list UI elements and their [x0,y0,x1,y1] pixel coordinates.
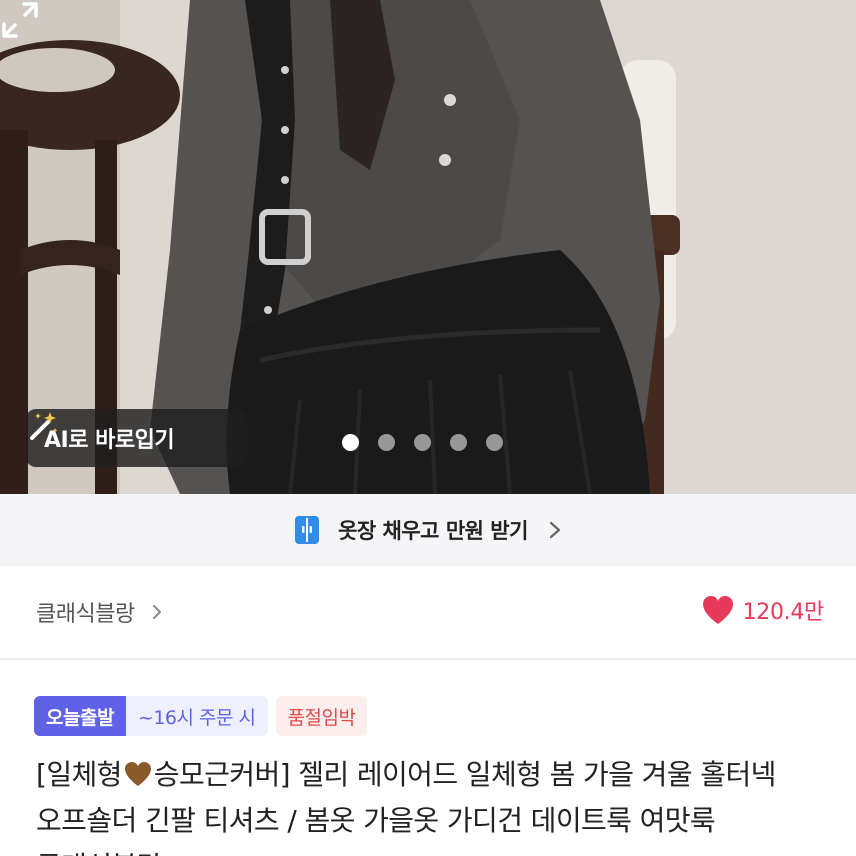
product-title-part1: [일체형 [36,758,122,791]
carousel-dot-4[interactable] [450,434,467,451]
chevron-right-icon [549,521,561,539]
carousel-indicator [342,434,503,451]
ai-try-on-label: AI로 바로입기 [44,428,175,453]
chevron-right-icon [152,605,161,619]
carousel-dot-2[interactable] [378,434,395,451]
heart-icon [702,596,733,624]
carousel-dot-5[interactable] [486,434,503,451]
brown-heart-icon [124,762,151,786]
closet-banner-text: 옷장 채우고 만원 받기 [338,519,528,543]
carousel-dot-3[interactable] [414,434,431,451]
product-image[interactable]: AI로 바로입기 [0,0,856,494]
expand-icon[interactable] [0,0,40,40]
closet-icon [295,516,320,544]
ai-try-on-button[interactable]: AI로 바로입기 [26,409,247,467]
brand-row: 클래식블랑 120.4만 [0,566,856,660]
carousel-dot-1[interactable] [342,434,359,451]
brand-link[interactable]: 클래식블랑 [36,596,163,628]
order-cutoff-badge: ~16시 주문 시 [125,696,268,736]
like-button[interactable]: 120.4만 [701,594,824,626]
low-stock-badge: 품절임박 [275,696,368,736]
magic-wand-icon [30,412,58,440]
today-shipping-badge: 오늘출발 [34,696,126,736]
closet-reward-banner[interactable]: 옷장 채우고 만원 받기 [0,494,856,566]
like-count: 120.4만 [742,600,825,625]
brand-name: 클래식블랑 [36,602,135,627]
badge-row: 오늘출발 ~16시 주문 시 품절임박 [34,696,368,736]
product-title: [일체형 승모근커버] 젤리 레이어드 일체형 봄 가을 겨울 홀터넥 오프숄더 … [36,752,836,856]
